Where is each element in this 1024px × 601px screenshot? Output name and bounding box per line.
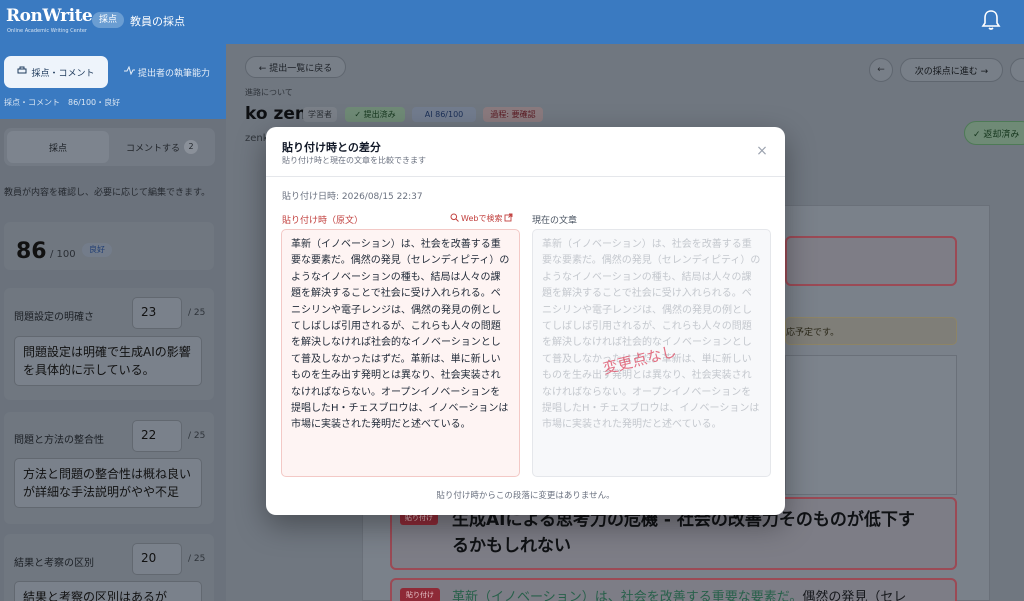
assignment-label: 進路について bbox=[245, 88, 293, 97]
grading-note: 教員が内容を確認し、必要に応じて編集できます。 bbox=[4, 188, 211, 198]
document-alert bbox=[785, 236, 957, 286]
web-search-label: Webで検索 bbox=[461, 214, 503, 223]
ai-score-chip: AI 86/100 bbox=[412, 107, 476, 122]
web-search-link[interactable]: Webで検索 bbox=[450, 213, 513, 224]
app-logo[interactable]: RonWrite bbox=[6, 6, 93, 26]
criterion-comment-input[interactable]: 方法と問題の整合性は概ね良いが詳細な手法説明がやや不足 bbox=[14, 458, 202, 508]
app-header: RonWrite Online Academic Writing Center … bbox=[0, 0, 1024, 44]
criterion-max: / 25 bbox=[188, 431, 206, 441]
comment-count-badge: 2 bbox=[184, 140, 198, 154]
print-icon bbox=[17, 66, 27, 78]
modal-title: 貼り付け時との差分 bbox=[282, 141, 381, 154]
criterion-label: 問題設定の明確さ bbox=[14, 312, 94, 323]
original-text-box: 革新（イノベーション）は、社会を改善する重要な要素だ。偶然の発見（セレンディピテ… bbox=[281, 229, 520, 477]
student-name: ko zen bbox=[245, 104, 307, 124]
segment-comment[interactable]: コメントする 2 bbox=[112, 131, 212, 163]
app-logo-subtitle: Online Academic Writing Center bbox=[7, 28, 87, 34]
paste-date: 貼り付け日時: 2026/08/15 22:37 bbox=[282, 192, 423, 202]
pasted-paragraph-block[interactable]: 貼り付け 革新（イノベーション）は、社会を改善する重要な要素だ。偶然の発見（セレ bbox=[390, 578, 957, 601]
tab-writing-ability-label: 提出者の執筆能力 bbox=[137, 68, 210, 79]
bell-icon[interactable] bbox=[981, 9, 1001, 31]
next-grading-button[interactable]: 次の採点に進む → bbox=[900, 58, 1003, 82]
process-status-chip: 過程: 要確認 bbox=[483, 107, 543, 122]
close-icon[interactable]: × bbox=[754, 143, 770, 159]
tab-grading-comment-label: 採点・コメント bbox=[31, 68, 95, 79]
document-warning: 応予定です。 bbox=[785, 317, 957, 345]
role-chip: 学習者 bbox=[303, 107, 337, 122]
breadcrumb: 採点・コメント 86/100・良好 bbox=[4, 98, 121, 107]
criterion-max: / 25 bbox=[188, 308, 206, 318]
submitted-chip: ✓ 提出済み bbox=[345, 107, 405, 122]
search-icon bbox=[450, 213, 459, 224]
back-to-list-button[interactable]: ← 提出一覧に戻る bbox=[245, 56, 346, 78]
criterion-comment-input[interactable]: 問題設定は明確で生成AIの影響を具体的に示している。 bbox=[14, 336, 202, 386]
returned-button[interactable]: ✓ 返却済み bbox=[964, 121, 1024, 145]
total-score: 86 bbox=[16, 239, 47, 264]
criterion-score-input[interactable]: 22 bbox=[132, 420, 182, 452]
tab-grading-comment[interactable]: 採点・コメント bbox=[4, 56, 108, 88]
segment-comment-label: コメントする bbox=[125, 143, 180, 154]
criterion-comment-input[interactable]: 結果と考察の区別はあるが bbox=[14, 581, 202, 601]
header-badge: 採点 bbox=[92, 12, 124, 28]
original-text-label: 貼り付け時（原文） bbox=[282, 216, 364, 226]
student-id: zenk bbox=[245, 133, 269, 144]
modal-footer-note: 貼り付け時からこの段落に変更はありません。 bbox=[436, 491, 615, 501]
score-rating-badge: 良好 bbox=[82, 243, 112, 257]
modal-divider bbox=[266, 176, 785, 177]
activity-icon bbox=[123, 65, 135, 78]
pasted-tag: 貼り付け bbox=[400, 588, 440, 601]
total-score-max: / 100 bbox=[50, 249, 76, 260]
criterion-max: / 25 bbox=[188, 554, 206, 564]
criterion-label: 結果と考察の区別 bbox=[14, 558, 94, 569]
tab-writing-ability[interactable]: 提出者の執筆能力 bbox=[114, 56, 220, 88]
document-body bbox=[785, 355, 957, 495]
sidebar-top: 採点・コメント 提出者の執筆能力 採点・コメント 86/100・良好 bbox=[0, 44, 226, 119]
pasted-paragraph-highlight: 革新（イノベーション）は、社会を改善する重要な要素だ。 bbox=[452, 590, 803, 601]
current-text-label: 現在の文章 bbox=[532, 216, 578, 226]
modal-subtitle: 貼り付け時と現在の文章を比較できます bbox=[282, 156, 426, 165]
pasted-paragraph-text: 革新（イノベーション）は、社会を改善する重要な要素だ。偶然の発見（セレ bbox=[452, 586, 906, 601]
external-link-icon bbox=[504, 213, 513, 224]
header-title: 教員の採点 bbox=[130, 15, 185, 28]
previous-button[interactable]: ← bbox=[869, 58, 893, 82]
criterion-label: 問題と方法の整合性 bbox=[14, 435, 104, 446]
diff-modal: 貼り付け時との差分 貼り付け時と現在の文章を比較できます × 貼り付け日時: 2… bbox=[266, 127, 785, 515]
segment-grading[interactable]: 採点 bbox=[7, 131, 109, 163]
pasted-paragraph-rest: 偶然の発見（セレ bbox=[802, 590, 907, 601]
sidebar: 採点・コメント 提出者の執筆能力 採点・コメント 86/100・良好 採点 コメ… bbox=[0, 44, 226, 601]
criterion-score-input[interactable]: 23 bbox=[132, 297, 182, 329]
segment-control: 採点 コメントする 2 bbox=[4, 128, 215, 166]
criterion-score-input[interactable]: 20 bbox=[132, 543, 182, 575]
